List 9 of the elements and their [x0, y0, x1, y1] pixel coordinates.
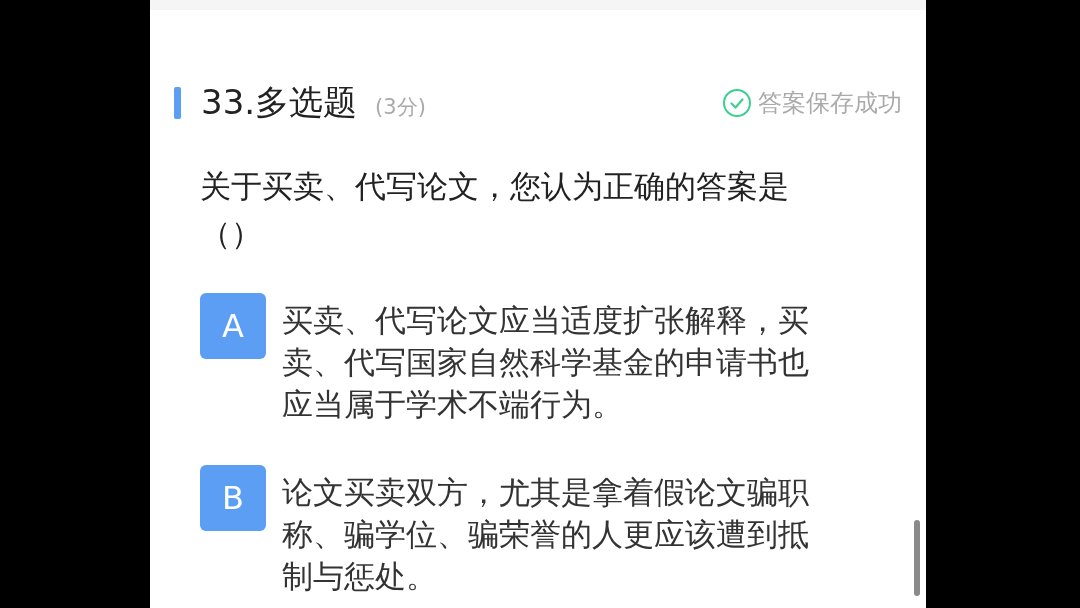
question-text: 关于买卖、代写论文，您认为正确的答案是（）: [200, 167, 790, 253]
accent-bar: [174, 87, 181, 119]
check-circle-icon: [722, 88, 752, 118]
option-text[interactable]: 买卖、代写论文应当适度扩张解释，买卖、代写国家自然科学基金的申请书也应当属于学术不端行为。: [282, 299, 818, 425]
scrollbar[interactable]: [914, 520, 920, 596]
option-text[interactable]: 论文买卖双方，尤其是拿着假论文骗职称、骗学位、骗荣誉的人更应该遭到抵制与惩处。: [282, 471, 818, 597]
question-score: (3分): [375, 94, 426, 121]
question-title: 33.多选题: [201, 81, 358, 124]
save-status: 答案保存成功: [758, 88, 902, 119]
